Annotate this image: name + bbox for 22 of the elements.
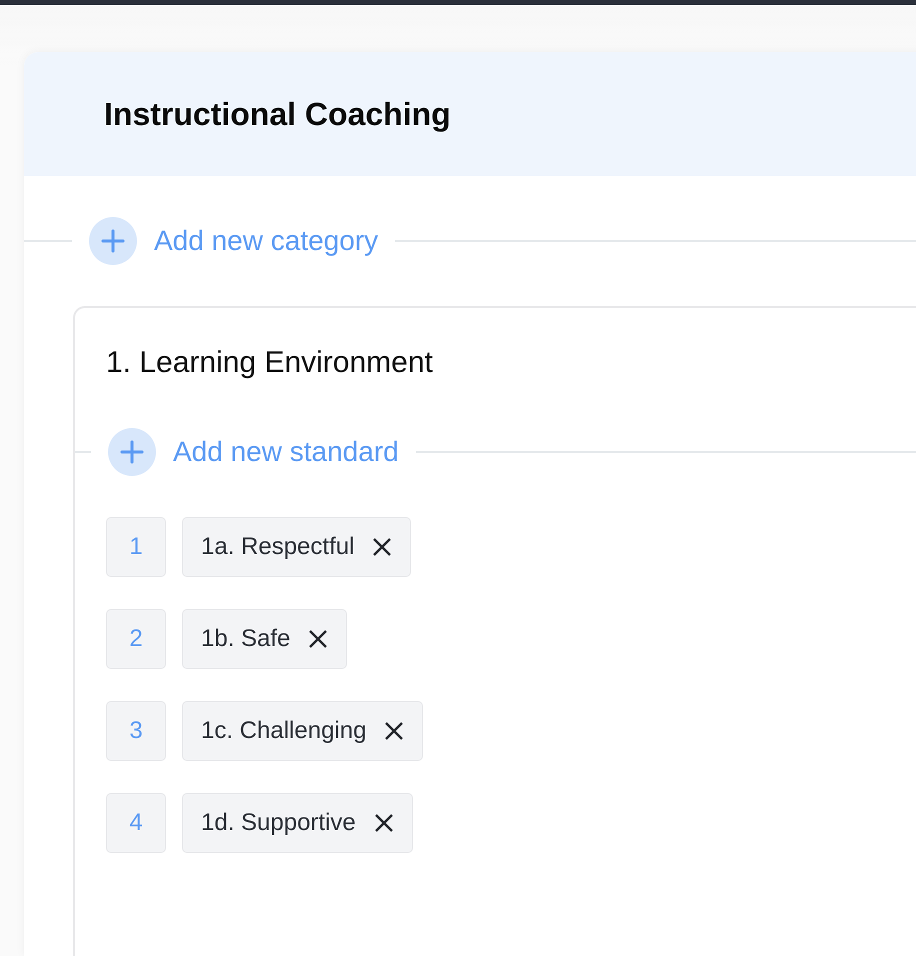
add-standard-button[interactable]: Add new standard bbox=[108, 428, 399, 476]
close-icon bbox=[374, 813, 394, 833]
remove-button[interactable] bbox=[372, 537, 392, 557]
add-category-button[interactable]: Add new category bbox=[89, 217, 378, 265]
category-title: 1. Learning Environment bbox=[105, 346, 434, 379]
standard-label: 1b. Safe bbox=[201, 625, 290, 653]
close-icon bbox=[384, 721, 404, 741]
standard-number: 3 bbox=[106, 701, 166, 761]
remove-button[interactable] bbox=[308, 629, 328, 649]
remove-button[interactable] bbox=[384, 721, 404, 741]
standard-number: 1 bbox=[106, 517, 166, 577]
close-icon bbox=[308, 629, 328, 649]
standard-label: 1c. Challenging bbox=[201, 717, 366, 745]
remove-button[interactable] bbox=[374, 813, 394, 833]
standard-label: 1d. Supportive bbox=[201, 809, 356, 837]
close-icon bbox=[372, 537, 392, 557]
standard-label: 1a. Respectful bbox=[201, 533, 354, 561]
card-title: Instructional Coaching bbox=[104, 96, 451, 132]
plus-icon bbox=[120, 440, 144, 464]
standard-number: 2 bbox=[106, 609, 166, 669]
plus-icon bbox=[101, 229, 125, 253]
standard-number: 4 bbox=[106, 793, 166, 853]
